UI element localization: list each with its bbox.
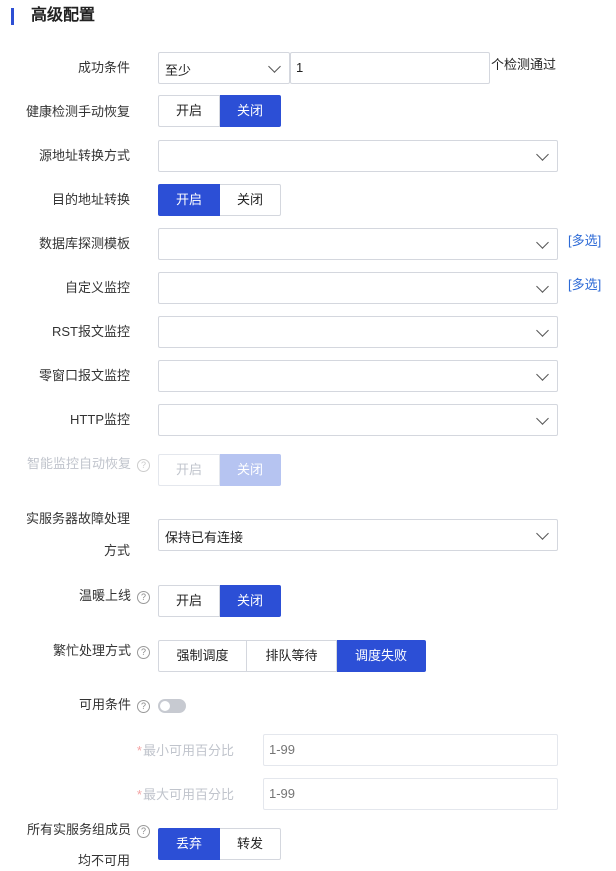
all-members-unavailable-label-line1: 所有实服务组成员 [26, 822, 131, 837]
src-addr-translate-select[interactable] [158, 140, 558, 172]
section-accent-bar [11, 8, 14, 25]
warm-up-label: 温暖上线 [78, 588, 131, 603]
question-circle-icon[interactable]: ? [137, 700, 150, 713]
chevron-down-icon [536, 412, 549, 425]
all-members-unavailable-label-line2: 均不可用 [77, 853, 130, 868]
http-monitor-label: HTTP监控 [70, 412, 130, 427]
smart-monitor-recover-on: 开启 [158, 454, 220, 486]
smart-monitor-recover-toggle: 开启 关闭 [158, 454, 281, 486]
max-available-label-row: *最大可用百分比 [0, 786, 234, 804]
http-monitor-select[interactable] [158, 404, 558, 436]
switch-knob [160, 701, 170, 711]
all-members-unavailable-drop[interactable]: 丢弃 [158, 828, 220, 860]
warm-up-label-row: 温暖上线? [0, 587, 150, 605]
busy-handling-force[interactable]: 强制调度 [158, 640, 247, 672]
custom-monitor-multi-link[interactable]: [多选] [568, 274, 601, 293]
warm-up-toggle: 开启 关闭 [158, 585, 281, 617]
zero-window-monitor-select[interactable] [158, 360, 558, 392]
smart-monitor-recover-off: 关闭 [220, 454, 281, 486]
chevron-down-icon [536, 368, 549, 381]
success-condition-select-value: 至少 [165, 63, 192, 78]
warm-up-off[interactable]: 关闭 [220, 585, 281, 617]
db-probe-template-label: 数据库探测模板 [38, 236, 130, 251]
db-probe-template-multi-link[interactable]: [多选] [568, 230, 601, 249]
busy-handling-label: 繁忙处理方式 [52, 643, 131, 658]
src-addr-translate-label: 源地址转换方式 [38, 148, 130, 163]
real-server-fault-select[interactable]: 保持已有连接 [158, 519, 558, 551]
dst-addr-translate-on[interactable]: 开启 [158, 184, 220, 216]
chevron-down-icon [536, 324, 549, 337]
question-circle-icon: ? [137, 459, 150, 472]
all-members-unavailable-toggle: 丢弃 转发 [158, 828, 281, 860]
real-server-fault-value: 保持已有连接 [165, 530, 244, 545]
real-server-fault-label-line2: 方式 [103, 543, 130, 558]
min-available-label-row: *最小可用百分比 [0, 742, 234, 760]
availability-switch[interactable] [158, 699, 186, 713]
dst-addr-translate-label: 目的地址转换 [51, 192, 130, 207]
chevron-down-icon [536, 236, 549, 249]
health-manual-recover-toggle: 开启 关闭 [158, 95, 281, 127]
chevron-down-icon [536, 527, 549, 540]
availability-label-row: 可用条件? [0, 696, 150, 714]
custom-monitor-select[interactable] [158, 272, 558, 304]
health-manual-recover-label: 健康检测手动恢复 [25, 104, 130, 119]
min-available-label: 最小可用百分比 [142, 743, 234, 758]
rst-monitor-label: RST报文监控 [51, 324, 130, 339]
max-available-input[interactable] [263, 778, 558, 810]
required-star: * [136, 743, 142, 758]
busy-handling-queue[interactable]: 排队等待 [247, 640, 337, 672]
busy-handling-segmented: 强制调度 排队等待 调度失败 [158, 640, 426, 672]
rst-monitor-select[interactable] [158, 316, 558, 348]
smart-monitor-recover-label: 智能监控自动恢复 [26, 456, 131, 471]
success-count-value: 1 [296, 60, 304, 75]
success-condition-label: 成功条件 [77, 60, 130, 75]
max-available-label: 最大可用百分比 [142, 787, 234, 802]
custom-monitor-label: 自定义监控 [64, 280, 130, 295]
all-members-unavailable-label-row: 所有实服务组成员? [0, 821, 150, 839]
warm-up-on[interactable]: 开启 [158, 585, 220, 617]
health-manual-recover-on[interactable]: 开启 [158, 95, 220, 127]
chevron-down-icon [536, 148, 549, 161]
dst-addr-translate-toggle: 开启 关闭 [158, 184, 281, 216]
busy-handling-label-row: 繁忙处理方式? [0, 642, 150, 660]
db-probe-template-select[interactable] [158, 228, 558, 260]
busy-handling-fail[interactable]: 调度失败 [337, 640, 426, 672]
success-condition-select[interactable]: 至少 [158, 52, 290, 84]
dst-addr-translate-off[interactable]: 关闭 [220, 184, 281, 216]
smart-monitor-recover-label-row: 智能监控自动恢复? [0, 455, 150, 473]
chevron-down-icon [536, 280, 549, 293]
success-condition-suffix: 个检测通过 [491, 57, 557, 72]
success-count-input[interactable]: 1 [290, 52, 490, 84]
min-available-field[interactable] [269, 742, 469, 757]
health-manual-recover-off[interactable]: 关闭 [220, 95, 281, 127]
question-circle-icon[interactable]: ? [137, 591, 150, 604]
section-title: 高级配置 [31, 7, 96, 24]
question-circle-icon[interactable]: ? [137, 825, 150, 838]
required-star: * [136, 787, 142, 802]
zero-window-monitor-label: 零窗口报文监控 [38, 368, 130, 383]
real-server-fault-label-line1: 实服务器故障处理 [25, 511, 130, 526]
min-available-input[interactable] [263, 734, 558, 766]
max-available-field[interactable] [269, 786, 469, 801]
all-members-unavailable-forward[interactable]: 转发 [220, 828, 281, 860]
question-circle-icon[interactable]: ? [137, 646, 150, 659]
chevron-down-icon [268, 60, 281, 73]
availability-label: 可用条件 [78, 697, 131, 712]
